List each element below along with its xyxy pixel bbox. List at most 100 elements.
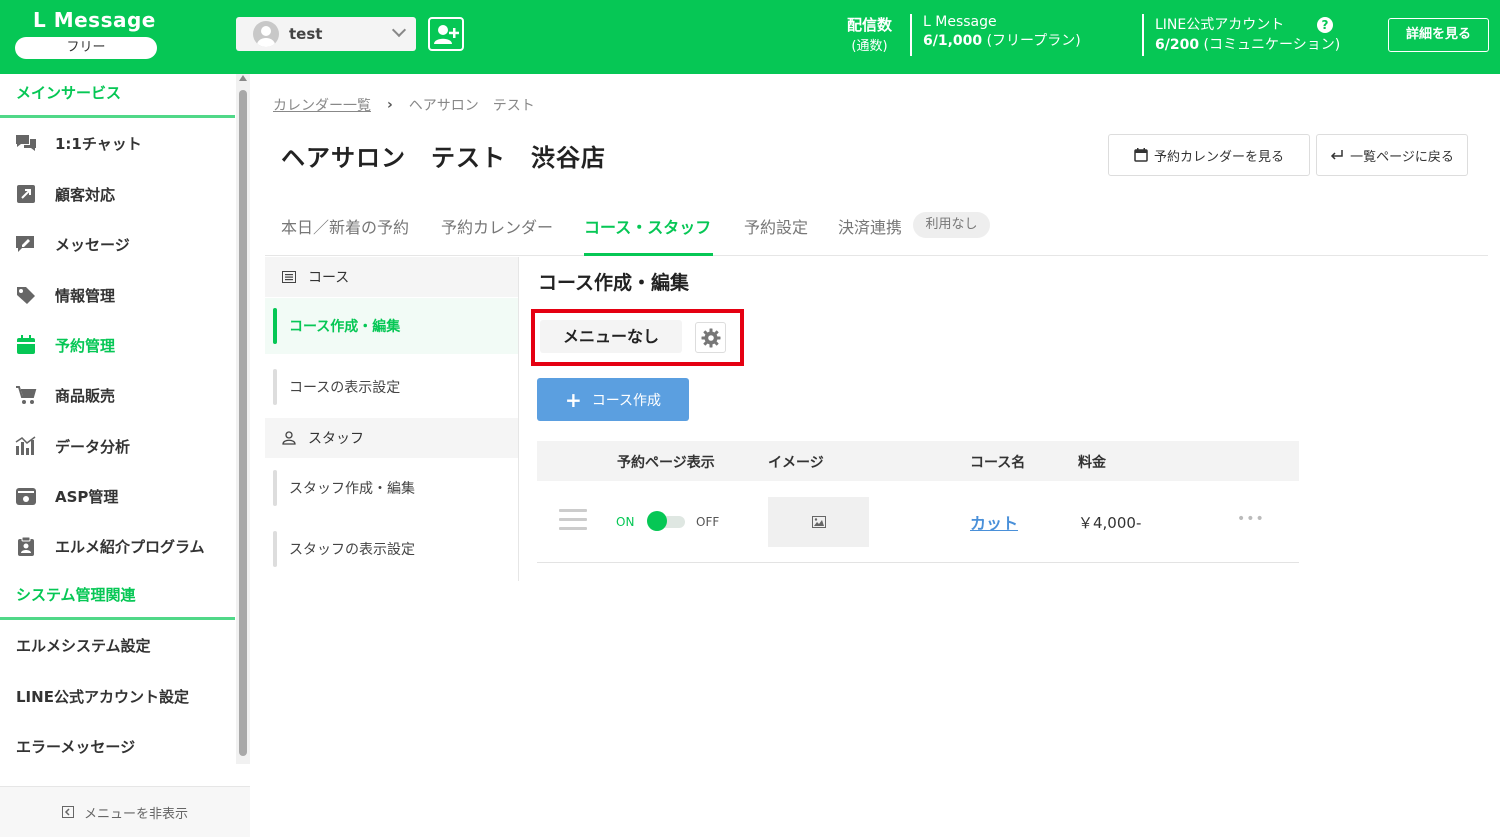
- delivery-count-label: 配信数 (通数): [847, 16, 893, 54]
- account-select[interactable]: test: [236, 17, 416, 51]
- sidebar-item-sales[interactable]: 商品販売: [0, 373, 235, 417]
- create-course-label: コース作成: [591, 392, 662, 409]
- course-image-placeholder: [768, 497, 869, 547]
- sidebar-item-message[interactable]: メッセージ: [0, 222, 235, 266]
- sidebar-item-label: 情報管理: [55, 286, 116, 305]
- menu-select-chip[interactable]: メニューなし: [540, 320, 682, 353]
- lmessage-usage: L Message 6/1,000 (フリープラン): [923, 14, 1081, 49]
- sidebar-item-reservation[interactable]: 予約管理: [0, 323, 235, 367]
- breadcrumb-current: ヘアサロン テスト: [408, 98, 535, 114]
- subnav-course-edit[interactable]: コース作成・編集: [265, 298, 518, 354]
- tab-reservation-calendar[interactable]: 予約カレンダー: [441, 214, 553, 238]
- drag-handle-icon[interactable]: [559, 509, 587, 533]
- back-to-list-label: 一覧ページに戻る: [1350, 149, 1454, 165]
- display-toggle[interactable]: [647, 511, 685, 531]
- create-course-button[interactable]: + コース作成: [537, 378, 689, 421]
- column-header: 予約ページ表示: [617, 455, 715, 471]
- course-price: ￥4,000-: [1078, 514, 1142, 532]
- sidebar-item-referral[interactable]: エルメ紹介プログラム: [0, 524, 235, 568]
- plus-icon: +: [564, 387, 582, 412]
- sidebar-item-lmessage-settings[interactable]: エルメシステム設定: [16, 635, 151, 656]
- scroll-up-icon[interactable]: [239, 75, 247, 81]
- plan-badge: フリー: [15, 37, 157, 59]
- account-name: test: [289, 25, 323, 43]
- sidebar-item-info[interactable]: 情報管理: [0, 273, 235, 317]
- subnav-staff-header: スタッフ: [265, 418, 518, 458]
- collapse-icon: [61, 806, 74, 818]
- table-header: 予約ページ表示 イメージ コース名 料金: [537, 441, 1299, 481]
- hide-menu-label: メニューを非表示: [83, 806, 188, 822]
- table-row: ON OFF カット ￥4,000- •••: [537, 481, 1299, 563]
- back-to-list-button[interactable]: 一覧ページに戻る: [1316, 134, 1468, 176]
- asp-icon: [15, 486, 37, 506]
- lmessage-count: 6/1,000: [923, 33, 983, 49]
- arrow-box-icon: [15, 184, 37, 204]
- view-calendar-button[interactable]: 予約カレンダーを見る: [1108, 134, 1310, 176]
- help-icon[interactable]: ?: [1317, 17, 1333, 33]
- subnav-staff-edit[interactable]: スタッフ作成・編集: [265, 460, 518, 516]
- line-count: 6/200: [1155, 37, 1200, 53]
- divider: [910, 14, 912, 56]
- breadcrumb-calendar-list[interactable]: カレンダー一覧: [273, 95, 371, 115]
- line-account-usage: LINE公式アカウント 6/200 (コミュニケーション): [1155, 17, 1341, 53]
- menu-settings-button[interactable]: [695, 322, 726, 353]
- subnav-course-header: コース: [265, 257, 518, 297]
- calendar-icon: [1134, 148, 1148, 162]
- details-button[interactable]: 詳細を見る: [1388, 18, 1489, 52]
- sidebar-item-customer[interactable]: 顧客対応: [0, 172, 235, 216]
- chevron-down-icon: [391, 22, 407, 38]
- section-title: コース作成・編集: [538, 272, 690, 294]
- clipboard-icon: [15, 536, 37, 556]
- chevron-right-icon: ›: [387, 97, 393, 113]
- status-badge: 利用なし: [913, 212, 990, 238]
- list-icon: [282, 271, 296, 283]
- gear-icon: [701, 328, 720, 347]
- user-icon: [282, 431, 296, 445]
- calendar-icon: [15, 335, 37, 355]
- return-icon: [1331, 150, 1343, 160]
- message-edit-icon: [15, 234, 37, 254]
- sidebar-item-label: ASP管理: [55, 487, 119, 506]
- page-title: ヘアサロン テスト 渋谷店: [281, 144, 606, 172]
- subnav-staff-display[interactable]: スタッフの表示設定: [265, 521, 518, 577]
- view-calendar-label: 予約カレンダーを見る: [1153, 149, 1284, 165]
- course-name-link[interactable]: カット: [970, 510, 1018, 534]
- section-underline: [0, 115, 235, 118]
- top-header: L Message フリー test 配信数 (通数) L Message 6/…: [0, 0, 1500, 74]
- column-header: 料金: [1078, 455, 1106, 471]
- sidebar-item-label: 1:1チャット: [55, 134, 142, 153]
- line-plan: (コミュニケーション): [1203, 37, 1341, 53]
- active-tab-indicator: [584, 253, 713, 256]
- sidebar-item-label: データ分析: [55, 437, 131, 456]
- more-icon[interactable]: •••: [1237, 511, 1265, 527]
- chat-icon: [15, 133, 37, 153]
- tab-today-reservations[interactable]: 本日／新着の予約: [281, 214, 409, 238]
- sidebar-item-label: 予約管理: [55, 336, 116, 355]
- add-user-icon: [434, 25, 459, 44]
- sidebar-section-system: システム管理関連: [16, 586, 136, 604]
- chart-icon: [15, 436, 37, 456]
- sidebar-item-label: 顧客対応: [55, 185, 116, 204]
- subnav-course-display[interactable]: コースの表示設定: [265, 359, 518, 415]
- sidebar-item-analytics[interactable]: データ分析: [0, 424, 235, 468]
- breadcrumb: カレンダー一覧 › ヘアサロン テスト: [273, 95, 535, 115]
- column-header: イメージ: [768, 455, 824, 471]
- sidebar-item-error-messages[interactable]: エラーメッセージ: [16, 736, 135, 757]
- column-header: コース名: [970, 455, 1026, 471]
- sidebar-item-chat[interactable]: 1:1チャット: [0, 121, 235, 165]
- sidebar-item-asp[interactable]: ASP管理: [0, 474, 235, 518]
- sidebar-item-line-settings[interactable]: LINE公式アカウント設定: [16, 686, 189, 707]
- tab-reservation-settings[interactable]: 予約設定: [744, 214, 808, 238]
- avatar: [253, 21, 279, 47]
- divider: [1142, 14, 1144, 56]
- scrollbar-thumb[interactable]: [239, 90, 247, 756]
- lmessage-plan: (フリープラン): [986, 33, 1081, 49]
- cart-icon: [15, 385, 37, 405]
- tab-payment[interactable]: 決済連携: [838, 214, 902, 238]
- hide-menu-button[interactable]: メニューを非表示: [0, 786, 250, 837]
- add-friend-button[interactable]: [428, 17, 464, 51]
- tab-course-staff[interactable]: コース・スタッフ: [584, 214, 711, 238]
- sidebar-section-main: メインサービス: [16, 84, 122, 102]
- app-logo[interactable]: L Message: [33, 8, 156, 32]
- sidebar-item-label: 商品販売: [55, 386, 116, 405]
